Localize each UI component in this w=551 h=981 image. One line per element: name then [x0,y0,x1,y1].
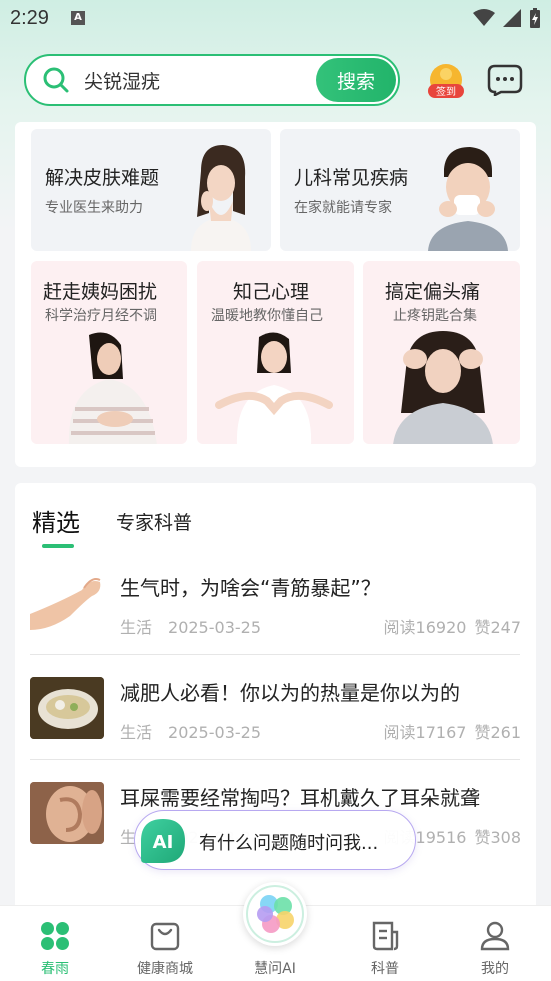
article-reads: 阅读17167 [383,723,467,742]
nav-label: 我的 [481,961,509,977]
ai-assistant-bubble[interactable]: AI 有什么问题随时问我... [134,810,416,870]
woman-headache-image [393,331,493,444]
banner-subtitle: 科学治疗月经不调 [45,308,157,324]
signin-button[interactable]: 签到 [426,60,466,102]
woman-stomachache-image [68,332,157,444]
article-icon [372,921,399,951]
search-icon [43,67,69,93]
article-category: 生活 [120,618,153,637]
article-title: 生气时，为啥会“青筋暴起”？ [120,576,381,600]
banner-psychology[interactable]: 知己心理 温暖地教你懂自己 [197,261,354,444]
nav-label: 科普 [371,961,399,977]
banner-headache[interactable]: 搞定偏头痛 止疼钥匙合集 [363,261,520,444]
tab-active-indicator [42,544,74,548]
nav-label: 慧问AI [254,961,296,977]
article-thumbnail [30,572,104,634]
message-icon [487,64,523,98]
article-reads: 阅读16920 [383,618,467,637]
banner-title: 搞定偏头痛 [385,281,481,303]
article-date: 2025-03-25 [168,618,261,637]
feature-banners-card: 解决皮肤难题 专业医生来助力 儿科常见疾病 在家就能请专家 赶走姨妈困扰 科学治… [15,122,536,467]
flower-ai-icon [246,885,304,943]
nav-item-health-mall[interactable]: 健康商城 [110,906,220,981]
article-meta: 生活 2025-03-25 [120,614,261,638]
user-icon [480,921,510,951]
banner-title: 知己心理 [233,281,310,303]
banner-menstrual[interactable]: 赶走姨妈困扰 科学治疗月经不调 [31,261,187,444]
article-meta: 生活 2025-03-25 [120,719,261,743]
battery-icon [530,8,540,28]
article-likes: 赞308 [474,828,521,847]
article-thumbnail [30,782,104,844]
banner-title: 赶走姨妈困扰 [43,281,158,303]
list-item[interactable]: 生气时，为啥会“青筋暴起”？ 生活 2025-03-25 阅读16920 赞247 [30,572,521,662]
message-button[interactable] [487,64,523,98]
article-stats: 阅读16920 赞247 [384,614,521,638]
article-likes: 赞261 [474,723,521,742]
banner-title: 儿科常见疾病 [294,167,409,189]
banner-subtitle: 专业医生来助力 [45,200,143,216]
tab-featured[interactable]: 精选 [32,503,80,538]
status-time: 2:29 [10,6,49,29]
status-icons [473,8,541,28]
wifi-icon [473,9,495,26]
ai-prompt-text: 有什么问题随时问我... [199,833,379,854]
nav-item-chunyu[interactable]: 春雨 [0,906,110,981]
banner-subtitle: 在家就能请专家 [294,200,392,216]
signin-label: 签到 [436,85,456,98]
shopping-bag-icon [150,922,180,951]
divider [30,654,520,655]
nav-item-profile[interactable]: 我的 [440,906,550,981]
banner-title: 解决皮肤难题 [45,167,160,189]
signin-icon: 签到 [428,64,464,98]
nav-item-science[interactable]: 科普 [330,906,440,981]
search-button[interactable]: 搜索 [316,58,396,102]
article-date: 2025-03-25 [168,723,261,742]
nav-label: 春雨 [41,961,69,977]
notification-a-icon: A [70,11,85,25]
banner-skin[interactable]: 解决皮肤难题 专业医生来助力 [31,129,271,251]
article-title: 减肥人必看！你以为的热量是你以为的 [120,681,460,705]
huiwen-ai-button[interactable] [243,882,307,946]
nav-label: 健康商城 [137,961,193,977]
banner-subtitle: 温暖地教你懂自己 [211,308,323,324]
child-sneezing-image [428,147,508,251]
search-input[interactable]: 尖锐湿疣 搜索 [24,54,400,106]
list-item[interactable]: 减肥人必看！你以为的热量是你以为的 生活 2025-03-25 阅读17167 赞2… [30,677,521,767]
ai-logo-text: AI [153,832,174,853]
tab-expert-science[interactable]: 专家科普 [116,508,192,535]
woman-portrait-image [191,145,251,251]
banner-subtitle: 止疼钥匙合集 [393,308,477,324]
article-category: 生活 [120,723,153,742]
ai-logo-icon: AI [141,819,185,863]
article-likes: 赞247 [474,618,521,637]
signal-icon [503,9,521,27]
search-row: 尖锐湿疣 搜索 签到 [24,54,528,106]
article-thumbnail [30,677,104,739]
article-title: 耳屎需要经常掏吗？耳机戴久了耳朵就聋 [120,786,480,810]
article-stats: 阅读17167 赞261 [384,719,521,743]
status-bar: 2:29 A [0,0,551,36]
divider [30,759,520,760]
search-placeholder: 尖锐湿疣 [84,70,161,93]
woman-heart-hands-image [215,332,333,444]
banner-pediatrics[interactable]: 儿科常见疾病 在家就能请专家 [280,129,520,251]
clover-icon [41,922,69,950]
